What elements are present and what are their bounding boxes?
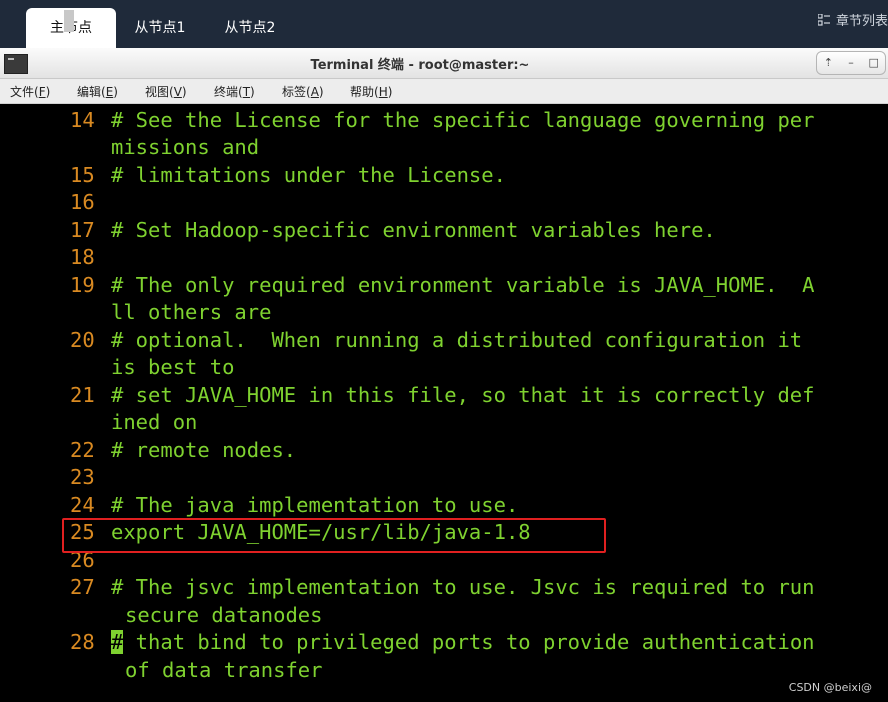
text-cursor-icon: [64, 10, 74, 32]
top-tab-bar: 主节点 从节点1 从节点2 章节列表: [0, 0, 888, 48]
highlight-box: [62, 518, 606, 553]
menu-edit[interactable]: 编辑(E): [77, 83, 118, 100]
tab-slave1[interactable]: 从节点1: [120, 8, 200, 48]
roll-up-button[interactable]: ⇡: [819, 54, 837, 72]
minimize-button[interactable]: –: [842, 54, 860, 72]
tab-label: 从节点1: [134, 20, 186, 36]
menu-view[interactable]: 视图(V): [145, 83, 187, 100]
window-titlebar: Terminal 终端 - root@master:~ ⇡ – □: [0, 48, 888, 79]
window-controls: ⇡ – □: [816, 51, 886, 75]
tab-label: 从节点2: [224, 20, 276, 36]
menu-file[interactable]: 文件(F): [10, 83, 50, 100]
watermark: CSDN @beixi@: [788, 681, 872, 694]
terminal-view[interactable]: 14 # See the License for the specific lan…: [0, 104, 888, 702]
menu-terminal[interactable]: 终端(T): [214, 83, 255, 100]
block-cursor: #: [111, 630, 124, 654]
menu-help[interactable]: 帮助(H): [350, 83, 392, 100]
window-title: Terminal 终端 - root@master:~: [310, 58, 530, 73]
tab-slave2[interactable]: 从节点2: [210, 8, 290, 48]
chapter-list-label: 章节列表: [835, 14, 888, 29]
chapter-list-button[interactable]: 章节列表: [817, 10, 888, 30]
list-icon: [817, 14, 830, 26]
menu-bar: 文件(F) 编辑(E) 视图(V) 终端(T) 标签(A) 帮助(H): [0, 79, 888, 104]
menu-tabs[interactable]: 标签(A): [282, 83, 324, 100]
maximize-button[interactable]: □: [865, 54, 883, 72]
